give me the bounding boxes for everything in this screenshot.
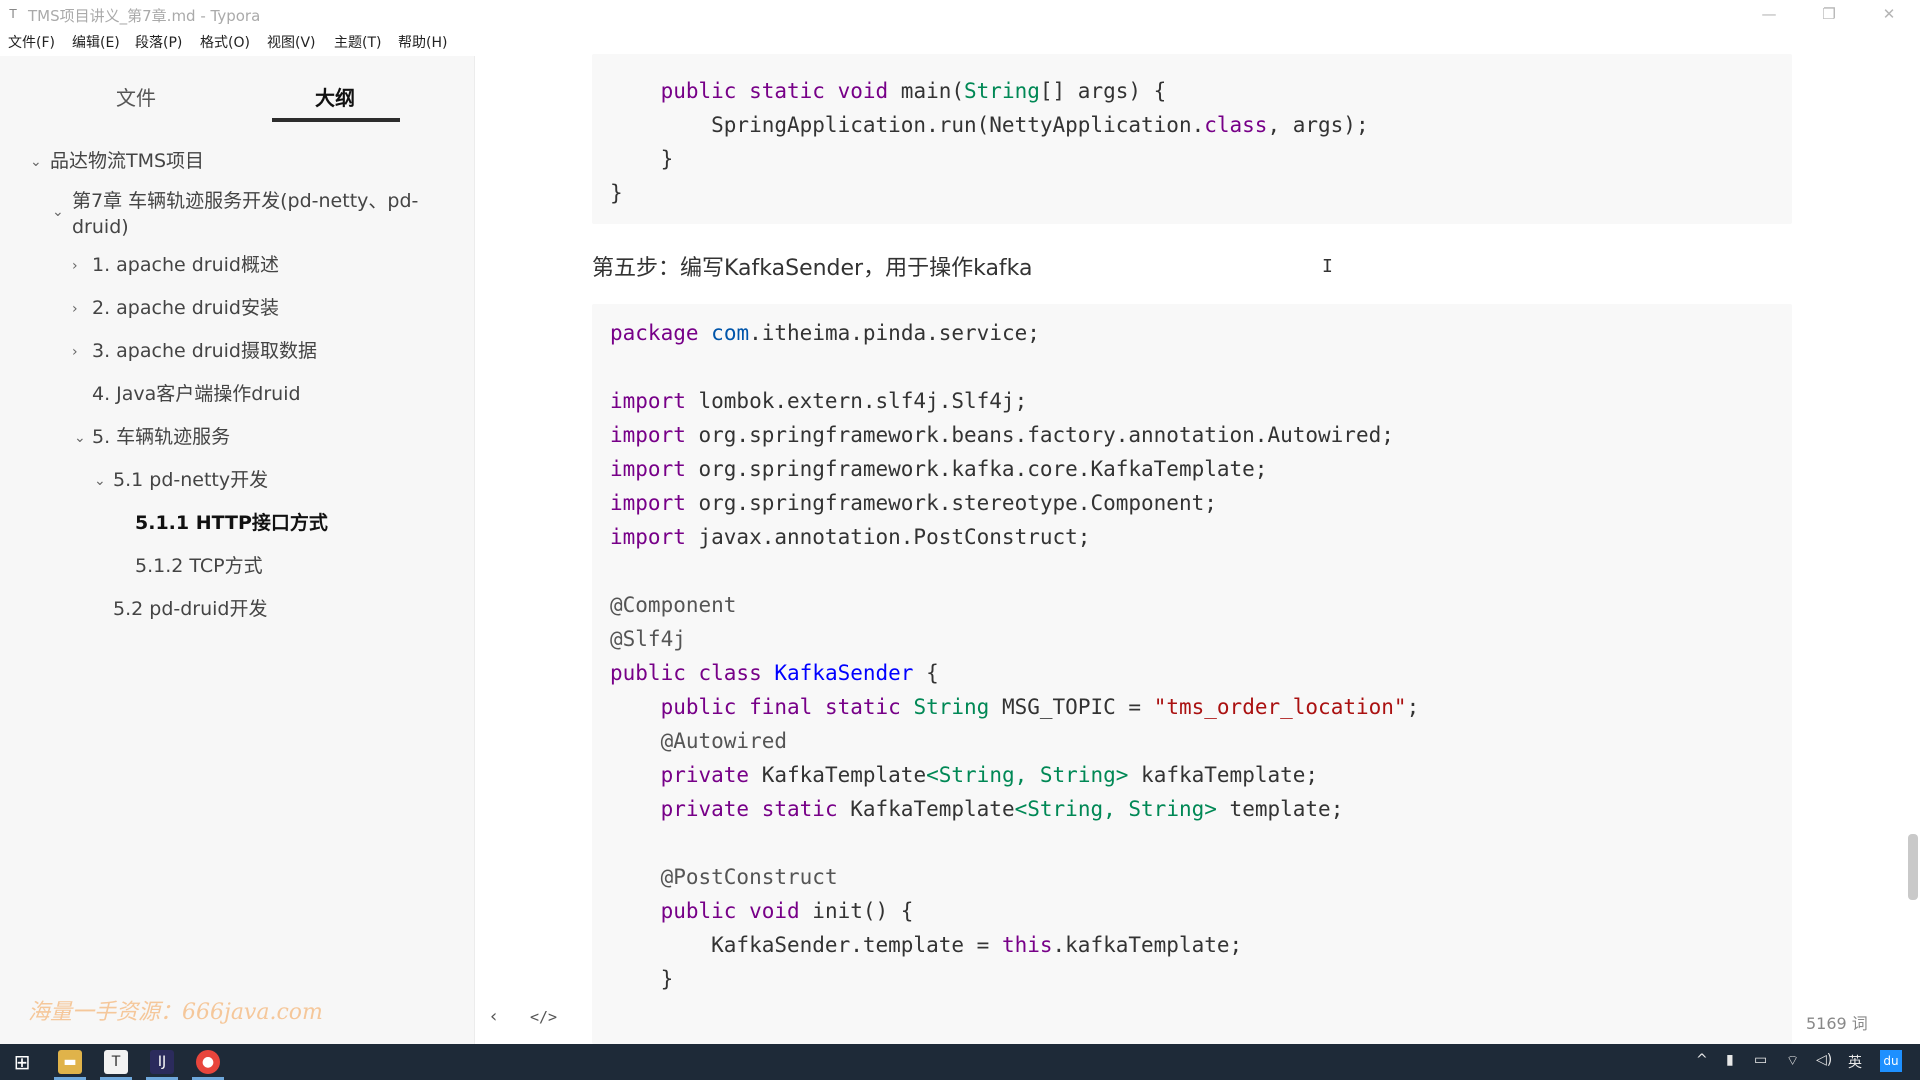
- typora-icon[interactable]: T: [104, 1050, 128, 1074]
- minimize-button[interactable]: —: [1746, 2, 1792, 26]
- code-line: SpringApplication.run(NettyApplication.c…: [610, 113, 1369, 137]
- code-line: }: [610, 147, 674, 171]
- menu-help[interactable]: 帮助(H): [398, 32, 447, 52]
- code-line: private static KafkaTemplate<String, Str…: [660, 797, 1344, 821]
- tab-outline[interactable]: 大纲: [315, 82, 355, 111]
- watermark-text: 海量一手资源：666java.com: [28, 1000, 323, 1025]
- sidebar: 文件 大纲 ⌄ 品达物流TMS项目 ⌄ 第7章 车辆轨迹服务开发(pd-nett…: [0, 56, 475, 1044]
- outline-item[interactable]: 5. 车辆轨迹服务: [92, 424, 230, 450]
- file-explorer-icon[interactable]: ▬: [58, 1050, 82, 1074]
- chrome-icon[interactable]: ●: [196, 1050, 220, 1074]
- code-line: @Slf4j: [610, 627, 686, 651]
- code-line: public final static String MSG_TOPIC = "…: [660, 695, 1420, 719]
- windows-start-icon[interactable]: ⊞: [10, 1050, 34, 1074]
- outline-item[interactable]: druid): [72, 214, 129, 240]
- code-block-main-method[interactable]: public static void main(String[] args) {…: [592, 54, 1792, 224]
- intellij-icon[interactable]: IJ: [150, 1050, 174, 1074]
- chevron-down-icon[interactable]: ⌄: [30, 152, 42, 172]
- outline-item[interactable]: 5.2 pd-druid开发: [113, 596, 268, 622]
- chevron-down-icon[interactable]: ⌄: [94, 471, 106, 491]
- code-line: import org.springframework.stereotype.Co…: [610, 491, 1217, 515]
- volume-icon[interactable]: ◁): [1816, 1052, 1832, 1068]
- chevron-down-icon[interactable]: ⌄: [52, 202, 64, 222]
- menu-format[interactable]: 格式(O): [200, 32, 250, 52]
- wifi-icon[interactable]: ⌔: [1786, 1052, 1799, 1070]
- microphone-icon[interactable]: ▮: [1726, 1052, 1734, 1068]
- outline-item[interactable]: 3. apache druid摄取数据: [92, 338, 317, 364]
- code-line: import org.springframework.beans.factory…: [610, 423, 1394, 447]
- baidu-icon[interactable]: du: [1880, 1050, 1902, 1072]
- code-line: }: [610, 967, 674, 991]
- outline-item[interactable]: 第7章 车辆轨迹服务开发(pd-netty、pd-: [72, 188, 418, 214]
- maximize-button[interactable]: ❐: [1806, 2, 1852, 26]
- code-line: }: [610, 181, 623, 205]
- close-button[interactable]: ✕: [1866, 2, 1912, 26]
- code-line: package com.itheima.pinda.service;: [610, 321, 1040, 345]
- outline-item-active[interactable]: 5.1.1 HTTP接口方式: [135, 510, 328, 536]
- tab-files[interactable]: 文件: [116, 82, 156, 111]
- menu-bar: 文件(F) 编辑(E) 段落(P) 格式(O) 视图(V) 主题(T) 帮助(H…: [0, 30, 1920, 54]
- code-line: private KafkaTemplate<String, String> ka…: [660, 763, 1319, 787]
- editor-scrollbar[interactable]: [1908, 834, 1918, 900]
- source-code-mode-icon[interactable]: </>: [530, 1008, 557, 1026]
- menu-edit[interactable]: 编辑(E): [72, 32, 120, 52]
- typora-app-icon: T: [9, 7, 17, 21]
- code-line: import javax.annotation.PostConstruct;: [610, 525, 1091, 549]
- battery-icon[interactable]: ▭: [1754, 1052, 1767, 1068]
- menu-paragraph[interactable]: 段落(P): [135, 32, 182, 52]
- code-line: @Component: [610, 593, 737, 617]
- text-cursor-icon: I: [1322, 256, 1333, 277]
- input-method-icon[interactable]: 英: [1848, 1052, 1862, 1072]
- chevron-right-icon[interactable]: ›: [72, 342, 78, 362]
- menu-view[interactable]: 视图(V): [267, 32, 316, 52]
- window-title: TMS项目讲义_第7章.md - Typora: [28, 7, 261, 25]
- chevron-right-icon[interactable]: ›: [72, 299, 78, 319]
- outline-item[interactable]: 2. apache druid安装: [92, 295, 279, 321]
- menu-file[interactable]: 文件(F): [8, 32, 55, 52]
- chevron-down-icon[interactable]: ⌄: [74, 428, 86, 448]
- code-line: @PostConstruct: [660, 865, 838, 889]
- code-line: import org.springframework.kafka.core.Ka…: [610, 457, 1268, 481]
- outline-item[interactable]: 1. apache druid概述: [92, 252, 279, 278]
- code-line: @Autowired: [660, 729, 788, 753]
- code-line: public class KafkaSender {: [610, 661, 939, 685]
- tray-expand-icon[interactable]: ^: [1696, 1052, 1708, 1068]
- code-line: import lombok.extern.slf4j.Slf4j;: [610, 389, 1028, 413]
- chevron-right-icon[interactable]: ›: [72, 256, 78, 276]
- taskbar: ⊞ ▬ T IJ ● ^ ▮ ▭ ⌔ ◁) 英 du: [0, 1044, 1920, 1080]
- word-count[interactable]: 5169 词: [1806, 1010, 1868, 1034]
- collapse-sidebar-icon[interactable]: ‹: [490, 1006, 497, 1027]
- outline-item[interactable]: 5.1 pd-netty开发: [113, 467, 268, 493]
- menu-theme[interactable]: 主题(T): [334, 32, 381, 52]
- title-bar: T TMS项目讲义_第7章.md - Typora — ❐ ✕: [0, 0, 1920, 28]
- code-block-kafka-sender[interactable]: package com.itheima.pinda.service; impor…: [592, 304, 1792, 1044]
- code-line: KafkaSender.template = this.kafkaTemplat…: [610, 933, 1243, 957]
- code-line: public static void main(String[] args) {: [660, 79, 1167, 103]
- outline-item[interactable]: 品达物流TMS项目: [50, 148, 204, 174]
- outline-item[interactable]: 4. Java客户端操作druid: [92, 381, 301, 407]
- active-tab-indicator: [272, 118, 400, 122]
- step-heading[interactable]: 第五步：编写KafkaSender，用于操作kafka: [592, 250, 1033, 282]
- code-line: public void init() {: [660, 899, 914, 923]
- outline-item[interactable]: 5.1.2 TCP方式: [135, 553, 263, 579]
